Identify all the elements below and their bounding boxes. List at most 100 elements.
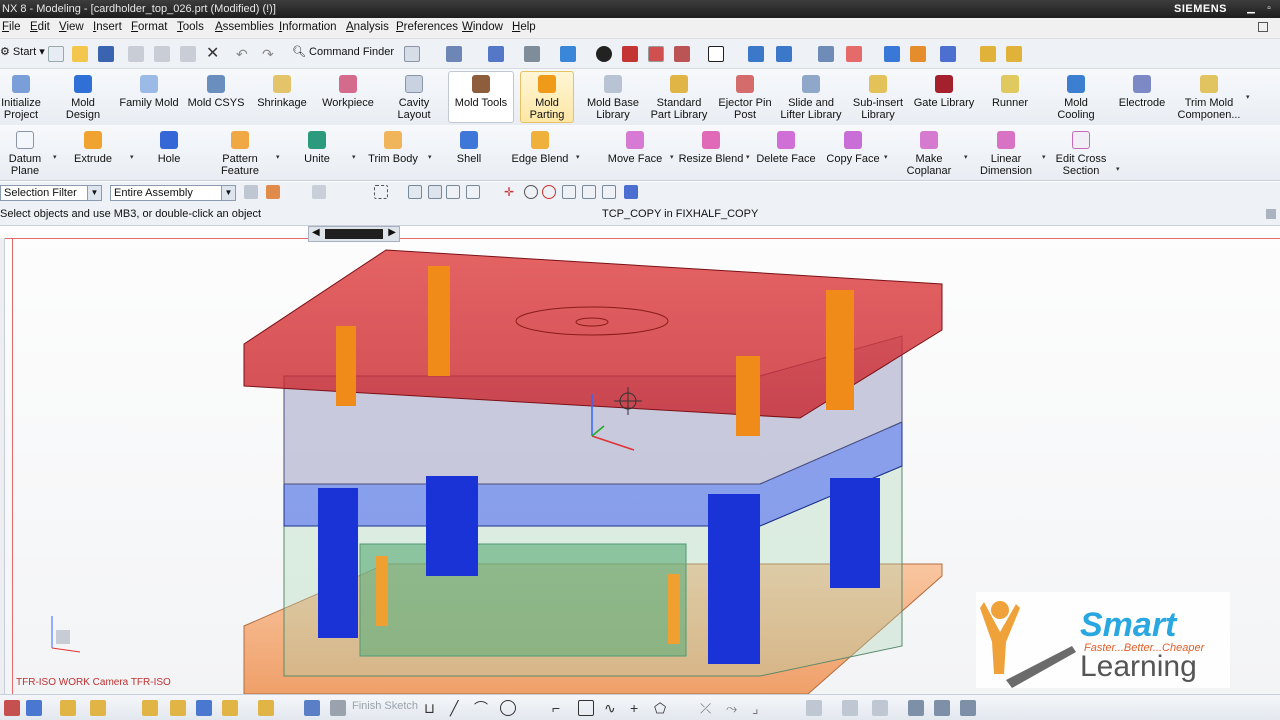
snap-icon[interactable] <box>446 46 462 62</box>
rectangle-icon[interactable] <box>578 700 594 716</box>
endpoint-icon[interactable] <box>446 185 460 199</box>
sketch-tool-2-icon[interactable] <box>26 700 42 716</box>
minimize-button[interactable]: ▁ <box>1244 3 1258 15</box>
line-icon[interactable]: ╱ <box>450 700 466 716</box>
mold-design-button[interactable]: Mold Design <box>60 75 106 121</box>
intersection-icon[interactable] <box>562 185 576 199</box>
sketch-tool-7-icon[interactable] <box>196 700 212 716</box>
studio-spline-icon[interactable]: ∿ <box>604 700 620 716</box>
snap-point-icon[interactable] <box>408 185 422 199</box>
paste-icon[interactable] <box>180 46 196 62</box>
convert-reference-icon[interactable] <box>960 700 976 716</box>
ruler-icon[interactable] <box>980 46 996 62</box>
trim-body-dropdown-icon[interactable]: ▾ <box>428 153 432 161</box>
menu-assemblies[interactable]: Assemblies <box>215 21 274 33</box>
family-mold-button[interactable]: Family Mold <box>116 75 182 109</box>
sketch-tool-8-icon[interactable] <box>222 700 238 716</box>
runner-button[interactable]: Runner <box>986 75 1034 109</box>
extrude-button[interactable]: Extrude <box>70 131 116 165</box>
extrude-dropdown-icon[interactable]: ▾ <box>130 153 134 161</box>
datum-plane-dropdown-icon[interactable]: ▾ <box>53 153 57 161</box>
gate-library-button[interactable]: Gate Library <box>912 75 976 109</box>
arc-center-icon[interactable] <box>524 185 538 199</box>
close-button[interactable]: ▫ <box>1262 3 1276 15</box>
open-icon[interactable] <box>72 46 88 62</box>
selection-filter-dropdown[interactable]: Selection Filter ▼ <box>0 185 102 201</box>
initialize-project-button[interactable]: Initialize Project <box>0 75 42 121</box>
menu-file[interactable]: File <box>2 21 21 33</box>
analysis-icon[interactable] <box>884 46 900 62</box>
table-icon[interactable] <box>818 46 834 62</box>
mold-base-library-button[interactable]: Mold Base Library <box>584 75 642 121</box>
guide-pin-front-right[interactable] <box>708 494 760 664</box>
hole-button[interactable]: Hole <box>148 131 190 165</box>
edge-blend-dropdown-icon[interactable]: ▾ <box>576 153 580 161</box>
rectangle-select-icon[interactable] <box>374 185 388 199</box>
measure-icon[interactable] <box>846 46 862 62</box>
snap-grid-icon[interactable] <box>428 185 442 199</box>
trim-body-button[interactable]: Trim Body <box>364 131 422 165</box>
menu-help[interactable]: Help <box>512 21 536 33</box>
sketch-tool-5-icon[interactable] <box>142 700 158 716</box>
mold-tools-button[interactable]: Mold Tools <box>448 71 514 123</box>
guide-pin-rear-left[interactable] <box>426 476 478 576</box>
new-icon[interactable] <box>48 46 64 62</box>
sketch-tool-9-icon[interactable] <box>258 700 274 716</box>
guide-bush-2[interactable] <box>336 326 356 406</box>
guide-bush-4[interactable] <box>736 356 760 436</box>
redo-icon[interactable]: ↷ <box>262 46 278 62</box>
guide-pin-front-left[interactable] <box>318 488 358 638</box>
finish-sketch-button[interactable]: Finish Sketch <box>352 700 418 712</box>
pattern-feature-button[interactable]: Pattern Feature <box>210 131 270 177</box>
linear-dimension-dropdown-icon[interactable]: ▾ <box>1042 153 1046 161</box>
linear-dimension-button[interactable]: Linear Dimension <box>974 131 1038 177</box>
guide-bush-1[interactable] <box>428 266 450 376</box>
quick-trim-icon[interactable]: ⤫ <box>700 700 716 716</box>
make-coplanar-button[interactable]: Make Coplanar <box>902 131 956 177</box>
select-all-icon[interactable] <box>312 185 326 199</box>
start-button[interactable]: ⚙ Start ▾ <box>0 45 45 58</box>
select-feature-icon[interactable] <box>266 185 280 199</box>
control-point-icon[interactable]: ✛ <box>504 185 518 199</box>
point-icon[interactable]: + <box>630 700 646 716</box>
move-face-dropdown-icon[interactable]: ▾ <box>670 153 674 161</box>
edge-blend-button[interactable]: Edge Blend <box>508 131 572 165</box>
section-icon[interactable] <box>910 46 926 62</box>
shaded-icon[interactable] <box>596 46 612 62</box>
move-face-button[interactable]: Move Face <box>604 131 666 165</box>
point-on-curve-icon[interactable] <box>582 185 596 199</box>
command-finder-button[interactable]: 🔍︎ Command Finder <box>292 45 394 58</box>
quadrant-icon[interactable] <box>542 185 556 199</box>
guide-pin-rear-right[interactable] <box>830 478 880 588</box>
make-coplanar-dropdown-icon[interactable]: ▾ <box>964 153 968 161</box>
point-on-face-icon[interactable] <box>602 185 616 199</box>
workpiece-button[interactable]: Workpiece <box>318 75 378 109</box>
arc-icon[interactable]: ⌒ <box>474 700 490 716</box>
trim-mold-components-button[interactable]: Trim Mold Componen... <box>1176 75 1242 121</box>
menu-insert[interactable]: Insert <box>93 21 122 33</box>
delete-icon[interactable]: ✕ <box>206 46 222 62</box>
sketch-tool-3-icon[interactable] <box>60 700 76 716</box>
unite-button[interactable]: Unite <box>296 131 338 165</box>
menu-information[interactable]: Information <box>279 21 337 33</box>
point-constructor-icon[interactable] <box>624 185 638 199</box>
view-orient-icon[interactable] <box>560 46 576 62</box>
sub-insert-library-button[interactable]: Sub-insert Library <box>850 75 906 121</box>
sketch-tool-1-icon[interactable] <box>4 700 20 716</box>
menu-preferences[interactable]: Preferences <box>396 21 458 33</box>
shell-button[interactable]: Shell <box>448 131 490 165</box>
relations-browser-icon[interactable] <box>934 700 950 716</box>
return-pin-2[interactable] <box>668 574 680 644</box>
resize-blend-button[interactable]: Resize Blend <box>678 131 744 165</box>
resize-blend-dropdown-icon[interactable]: ▾ <box>746 153 750 161</box>
fit-icon[interactable] <box>488 46 504 62</box>
electrode-button[interactable]: Electrode <box>1114 75 1170 109</box>
return-pin-1[interactable] <box>376 556 388 626</box>
guide-bush-3[interactable] <box>826 290 854 410</box>
circle-icon[interactable] <box>500 700 516 716</box>
restore-icon[interactable] <box>1258 22 1268 32</box>
slide-lifter-library-button[interactable]: Slide and Lifter Library <box>778 75 844 121</box>
fillet-icon[interactable]: ⌐ <box>552 700 568 716</box>
ejector-pin-post-button[interactable]: Ejector Pin Post <box>716 75 774 121</box>
cavity-layout-button[interactable]: Cavity Layout <box>392 75 436 121</box>
